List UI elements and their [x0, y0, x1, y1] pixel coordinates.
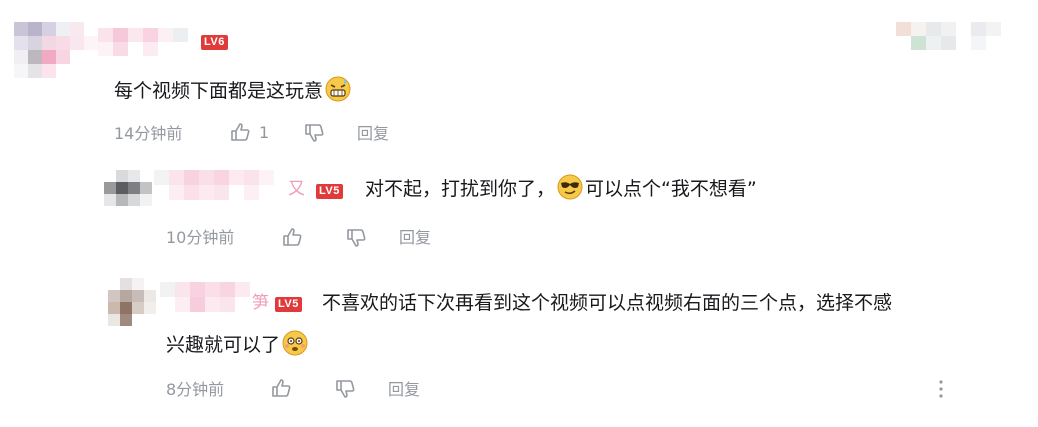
reply-button[interactable]: 回复	[399, 228, 431, 248]
comment-text: 每个视频下面都是这玩意	[114, 76, 353, 106]
grimace-sweat-emoji-icon	[325, 76, 351, 102]
avatar[interactable]	[14, 22, 98, 78]
reply-button[interactable]: 回复	[357, 124, 389, 144]
level-badge: LV6	[201, 35, 228, 50]
reply-button[interactable]: 回复	[388, 380, 420, 400]
thumbs-down-icon[interactable]	[303, 122, 325, 144]
reply-username[interactable]	[154, 170, 289, 200]
reply-text-line-2: 兴趣就可以了	[166, 330, 310, 360]
dizzy-face-emoji-icon	[282, 330, 308, 356]
reply-text-line-1: 不喜欢的话下次再看到这个视频可以点视频右面的三个点，选择不感	[322, 292, 893, 314]
reply-username[interactable]	[160, 282, 265, 312]
reply-time: 10分钟前	[166, 228, 235, 247]
reply-avatar[interactable]	[104, 170, 152, 206]
pinned-image-thumbnail[interactable]	[896, 22, 1001, 50]
sunglasses-smirk-emoji-icon	[557, 174, 583, 200]
more-icon[interactable]	[936, 378, 946, 400]
thumbs-up-icon[interactable]	[270, 377, 292, 399]
thumbs-up-icon[interactable]	[229, 121, 251, 143]
like-count: 1	[259, 123, 270, 142]
reply-username-tail[interactable]: 又	[288, 178, 305, 200]
username[interactable]	[98, 28, 188, 56]
comment-time: 14分钟前	[114, 124, 183, 143]
reply-avatar[interactable]	[108, 278, 156, 326]
reply-text: 对不起，打扰到你了， 可以点个“我不想看”	[365, 174, 757, 204]
reply-username-tail[interactable]: 笋	[252, 292, 269, 314]
thumbs-down-icon[interactable]	[345, 227, 367, 249]
thumbs-up-icon[interactable]	[281, 226, 303, 248]
thumbs-down-icon[interactable]	[334, 378, 356, 400]
reply-time: 8分钟前	[166, 380, 225, 399]
level-badge: LV5	[275, 297, 302, 312]
level-badge: LV5	[316, 184, 343, 199]
